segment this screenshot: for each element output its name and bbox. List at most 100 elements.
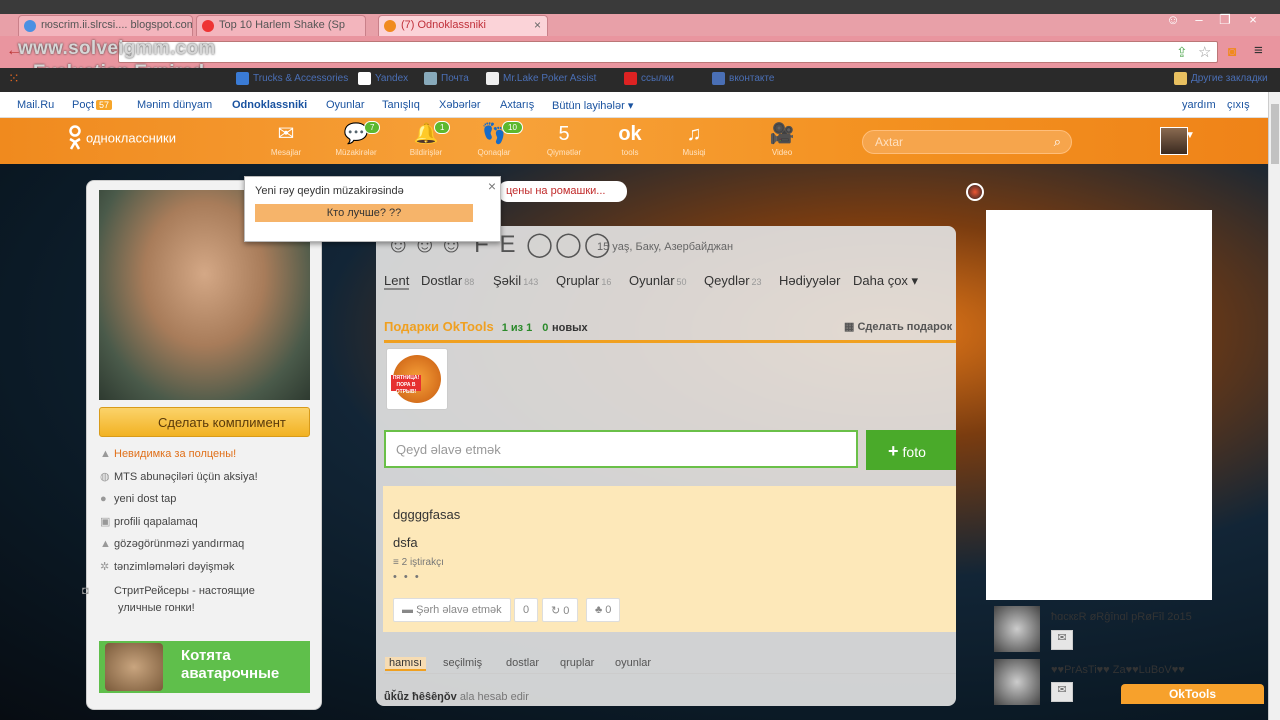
lock-icon: ▣ [100,516,111,528]
like-button[interactable]: ♣ 0 [586,598,621,622]
nav-guests[interactable]: 👣 10 Qonaqlar [464,121,524,157]
popup-item[interactable]: Кто лучше? ?? [255,204,473,222]
feed-tab-groups[interactable]: qruplar [560,657,594,669]
message-icon[interactable]: ✉ [1051,630,1073,650]
kitten-image [105,643,163,691]
friend-avatar[interactable] [994,606,1040,652]
tab-lent[interactable]: Lent [384,273,410,290]
link-help[interactable]: yardım [1182,99,1216,111]
search-icon[interactable]: ⌕ [1054,134,1061,150]
friend-name[interactable]: ħɑcкɛR øRĝȋnɑl pRøFȋl 2o15 [1051,611,1192,623]
left-menu-item[interactable]: ◍ MTS abunəçiləri üçün aksiya! [100,470,258,483]
status-pill[interactable]: цены на ромашки... [498,181,627,202]
close-window-icon[interactable]: × [1240,12,1266,32]
nav-messages[interactable]: ✉ Mesajlar [256,124,316,157]
tab-friends[interactable]: Dostlar 88 [421,273,474,288]
bookmark[interactable]: вконтакте [712,72,774,85]
ok-extension-icon[interactable]: ◙ [1228,43,1236,59]
nav-tools[interactable]: ok tools [600,124,660,157]
link-games[interactable]: Oyunlar [326,99,365,111]
share-button[interactable]: ↻ 0 [542,598,579,622]
oktools-panel-button[interactable]: OkTools [1121,684,1264,704]
friend-name[interactable]: ♥♥PrAsTi♥♥ Za♥♥LuBoV♥♥ [1051,664,1185,676]
tab-more[interactable]: Daha çox ▾ [853,273,918,289]
nav-music[interactable]: ♫ Musiqi [664,124,724,157]
close-icon[interactable]: × [488,178,496,194]
feed-tab-selected[interactable]: seçilmiş [443,657,482,669]
profile-age-location: 15 yaş, Баку, Азербайджан [597,241,734,253]
bookmark[interactable]: Почта [424,72,469,85]
left-menu-item[interactable]: ● yeni dost tap [100,493,176,505]
left-menu-item[interactable]: ✲ tənzimləmələri dəyişmək [100,560,234,573]
tab-photos[interactable]: Şəkil 143 [493,273,538,288]
nav-ratings[interactable]: 5 Qiymətlər [534,124,594,157]
apps-icon[interactable]: ⁙ [8,70,20,87]
bookmark[interactable]: ссылки [624,72,674,85]
link-odnoklassniki[interactable]: Odnoklassniki [232,99,307,111]
ok-favicon-icon [384,20,396,32]
nav-notifications[interactable]: 🔔 1 Bildirişlər [396,121,456,157]
tab-games[interactable]: Oyunlar 50 [629,273,687,288]
site-favicon-icon [24,20,36,32]
compliment-button[interactable]: Сделать комплимент [99,407,310,437]
scrollbar[interactable] [1268,92,1280,720]
bookmark[interactable]: Trucks & Accessories [236,72,348,85]
feed-icon[interactable]: ⇪ [1176,44,1188,61]
minimize-icon[interactable]: – [1186,12,1212,32]
feed-tab-all[interactable]: hamısı [385,657,427,671]
menu-icon[interactable]: ≡ [1254,42,1263,59]
link-search[interactable]: Axtarış [500,99,534,111]
feed-tab-friends[interactable]: dostlar [506,657,539,669]
left-menu-item[interactable]: ◘ СтритРейсеры - настоящие уличные гонки! [82,583,300,617]
bookmark[interactable]: Mr.Lake Poker Assist [486,72,596,85]
nav-video[interactable]: 🎥 Video [752,124,812,157]
note-input[interactable]: Qeyd əlavə etmək [384,430,858,468]
more-dots[interactable]: • • • [393,571,421,583]
message-icon[interactable]: ✉ [1051,682,1073,702]
close-tab-icon[interactable]: × [534,18,541,32]
maximize-icon[interactable]: ❐ [1212,12,1238,32]
divider [384,340,956,343]
scrollbar-thumb[interactable] [1271,104,1279,164]
ok-logo[interactable]: одноклассники [68,124,176,152]
kittens-banner[interactable]: Котята аватарочные [99,641,310,693]
nav-discussions[interactable]: 💬 7 Müzakirələr [326,121,386,157]
gift-thumbnail[interactable]: ПЯТНИЦА! ПОРА В ОТРЫВ! [386,348,448,410]
profile-icon[interactable]: ☺ [1160,12,1186,32]
participants[interactable]: ≡ 2 iştirakçı [393,557,444,568]
browser-tab[interactable]: Top 10 Harlem Shake (Sp [196,15,366,36]
gifts-header: Подарки OkTools 1 из 10 новых [384,319,588,334]
browser-tab[interactable]: rюscrim.ii.slrcsi.... blogspot.com [18,15,193,36]
star-icon[interactable]: ☆ [1198,43,1211,61]
link-all-projects[interactable]: Bütün layihələr ▾ [552,99,633,112]
link-mailru[interactable]: Mail.Ru [17,99,54,111]
search-input[interactable]: Axtar ⌕ [862,130,1072,154]
link-mail[interactable]: Poçt 57 [72,99,113,111]
feed-tab-games[interactable]: oyunlar [615,657,651,669]
link-logout[interactable]: çıxış [1227,99,1250,111]
gamepad-icon: ◘ [82,585,89,597]
add-photo-button[interactable]: + foto [866,430,956,470]
left-menu-item[interactable]: ▣ profili qapalamaq [100,515,198,528]
comment-button[interactable]: ▬ Şərh əlavə etmək [393,598,511,622]
bookmark[interactable]: Yandex [358,72,408,85]
link-my-world[interactable]: Mənim dünyam [137,99,212,111]
make-gift-button[interactable]: ▦ Сделать подарок [844,320,952,333]
tab-notes[interactable]: Qeydlər 23 [704,273,762,288]
tab-gifts[interactable]: Hədiyyələr [779,273,840,288]
link-news[interactable]: Xəbərlər [439,99,481,111]
page-icon [486,72,499,85]
left-menu-item[interactable]: ▲ gözəgörünməzi yandırmaq [100,538,244,550]
chevron-down-icon[interactable]: ▼ [1180,130,1200,141]
tab-groups[interactable]: Qruplar 16 [556,273,611,288]
address-bar[interactable] [118,41,1218,63]
search-icon [236,72,249,85]
globe-icon[interactable] [966,183,984,201]
vk-icon [712,72,725,85]
browser-tab-active[interactable]: (7) Odnoklassniki × [378,15,548,36]
bookmark-folder[interactable]: Другие закладки [1174,72,1268,85]
feed-author[interactable]: ǖǩǖz ħȇŝȇŋǒv [384,691,457,703]
link-dating[interactable]: Tanışlıq [382,99,420,111]
friend-avatar[interactable] [994,659,1040,705]
left-menu-item[interactable]: ▲ Невидимка за полцены! [100,448,236,460]
